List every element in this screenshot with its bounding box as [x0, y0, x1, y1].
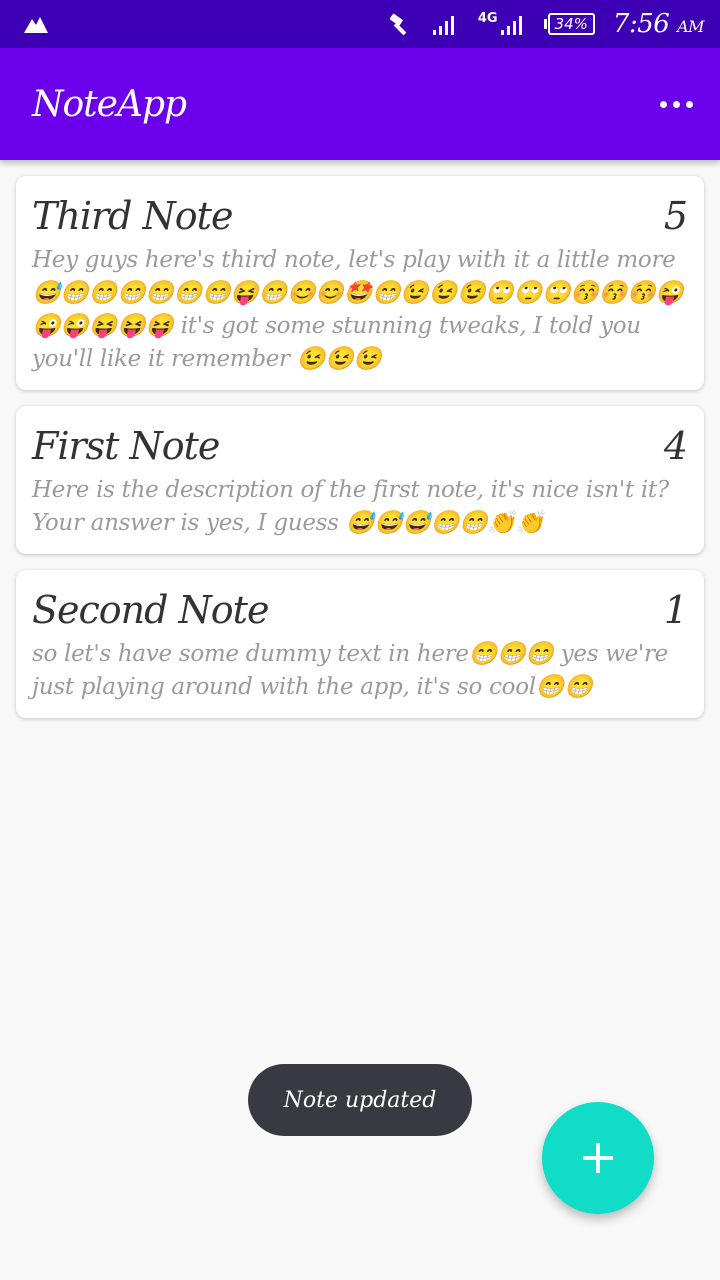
add-icon	[583, 1143, 613, 1173]
note-description: Hey guys here's third note, let's play w…	[32, 247, 684, 372]
signal-2-icon	[500, 16, 522, 35]
clock-time: 7:56	[612, 9, 670, 39]
battery-percent: 34%	[547, 13, 595, 35]
note-title: First Note	[32, 424, 220, 468]
note-title: Third Note	[32, 194, 233, 238]
mobile-data-indicator: 4G	[478, 12, 526, 36]
toast-message: Note updated	[248, 1064, 472, 1136]
note-description: Here is the description of the first not…	[32, 477, 669, 536]
battery-icon	[543, 19, 547, 29]
more-horiz-icon	[659, 100, 667, 108]
network-type-label: 4G	[477, 11, 498, 26]
note-card[interactable]: Second Note 1 so let's have some dummy t…	[16, 570, 704, 718]
note-header: Second Note 1	[32, 588, 688, 632]
note-card[interactable]: First Note 4 Here is the description of …	[16, 406, 704, 554]
app-bar: NoteApp	[0, 48, 720, 160]
vpn-mountain-icon	[24, 17, 48, 33]
overflow-menu-button[interactable]	[652, 80, 700, 128]
notes-list: Third Note 5 Hey guys here's third note,…	[16, 176, 704, 734]
note-header: First Note 4	[32, 424, 688, 468]
note-priority: 4	[663, 424, 688, 468]
note-card[interactable]: Third Note 5 Hey guys here's third note,…	[16, 176, 704, 390]
clock-suffix: AM	[677, 17, 704, 36]
app-title: NoteApp	[32, 83, 187, 125]
note-header: Third Note 5	[32, 194, 688, 238]
note-description: so let's have some dummy text in here😁😁😁…	[32, 641, 668, 700]
battery-indicator: 34%	[543, 13, 595, 35]
note-title: Second Note	[32, 588, 269, 632]
status-bar: 4G 34% 7:56 AM	[0, 0, 720, 48]
note-priority: 5	[663, 194, 688, 238]
note-priority: 1	[663, 588, 688, 632]
clock: 7:56 AM	[612, 9, 705, 39]
add-note-button[interactable]	[542, 1102, 654, 1214]
more-horiz-icon-dot	[685, 100, 693, 108]
more-horiz-icon-dot	[672, 100, 680, 108]
signal-icon	[432, 16, 454, 35]
hammer-icon	[389, 13, 407, 36]
